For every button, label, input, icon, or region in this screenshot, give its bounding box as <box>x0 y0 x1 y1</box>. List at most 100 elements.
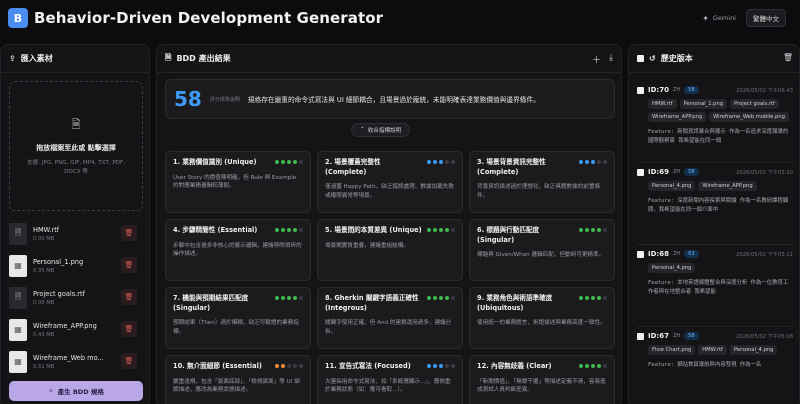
trash-icon[interactable]: 🗑 <box>121 225 137 241</box>
header-controls: ✦ Gemini 繁體中文 <box>702 9 786 27</box>
criteria-title: 7. 機能與預期結果匹配度 (Singular) <box>173 294 249 312</box>
file-tag: HMW.rtf <box>648 99 677 109</box>
criteria-card-header: 4. 步驟精簡性 (Essential) <box>173 226 303 236</box>
rating-dot <box>451 228 455 232</box>
file-tag: Personal_4.png <box>729 345 778 355</box>
file-icon: 🗎 <box>9 286 27 309</box>
generate-bdd-button[interactable]: ✧ 產生 BDD 規格 <box>9 381 143 401</box>
history-id: ID:68 <box>648 250 669 258</box>
file-list-item[interactable]: 🗎 Project goals.rtf 0.00 MB 🗑 <box>9 284 143 311</box>
history-date: 2026/05/02 下午06:43 <box>736 87 793 94</box>
rating-dots <box>427 296 455 300</box>
history-checkbox[interactable] <box>637 168 644 176</box>
rating-dots <box>579 228 607 232</box>
rating-dot <box>585 160 589 164</box>
plus-icon[interactable]: ＋ <box>592 53 601 66</box>
history-panel-header: ↺ 歷史版本 <box>629 45 799 73</box>
trash-icon[interactable]: 🗑 <box>783 53 793 62</box>
criteria-card: 7. 機能與預期結果匹配度 (Singular) 預期結果（Then）過於模糊，缺… <box>165 287 311 349</box>
rating-dots <box>427 160 455 164</box>
rating-dots <box>275 364 303 368</box>
history-list: ID:70 ZH 58 2026/05/02 下午06:43 HMW.rtf Person… <box>637 81 793 404</box>
criteria-title: 5. 場景間的本質差異 (Unique) <box>325 226 422 234</box>
trash-icon[interactable]: 🗑 <box>121 257 137 273</box>
chevron-up-icon: ⌃ <box>360 127 365 133</box>
history-checkbox[interactable] <box>637 86 644 94</box>
history-item[interactable]: ID:67 ZH 58 2026/05/02 下午05:08 Flow Chart.pn… <box>637 327 793 404</box>
rating-dot <box>433 296 437 300</box>
criteria-description: 僅涵蓋 Happy Path，缺乏錯誤處理、數據加載失敗或權限異常等場景。 <box>325 184 454 200</box>
criteria-card-header: 3. 場景背景資訊完整性 (Complete) <box>477 158 607 177</box>
rating-dot <box>445 364 449 368</box>
file-icon: 🗎 <box>71 117 81 131</box>
criteria-card-header: 6. 標題與行動匹配度 (Singular) <box>477 226 607 245</box>
rating-dot <box>597 160 601 164</box>
language-label: 繁體中文 <box>753 15 779 23</box>
history-item[interactable]: ID:70 ZH 58 2026/05/02 下午06:43 HMW.rtf Person… <box>637 81 793 163</box>
rating-dot <box>451 296 455 300</box>
score-value: 58 <box>174 87 202 111</box>
import-title: 匯入素材 <box>20 54 53 63</box>
file-tag: Personal_4.png <box>648 263 696 273</box>
file-dropzone[interactable]: 🗎 拖放檔案至此或 點擊選擇 支援: JPG, PNG, GIF, MP4, T… <box>9 81 143 211</box>
history-checkbox[interactable] <box>637 332 644 340</box>
rating-dot <box>579 228 583 232</box>
history-item[interactable]: ID:68 ZH 63 2026/05/02 下午05:11 Personal_4.pn… <box>637 245 793 327</box>
file-list-item[interactable]: ▦ Personal_1.png 0.35 MB 🗑 <box>9 252 143 279</box>
import-panel: ⇪ 匯入素材 🗎 拖放檔案至此或 點擊選擇 支援: JPG, PNG, GIF,… <box>0 44 150 404</box>
file-list-item[interactable]: 🗎 HMW.rtf 0.00 MB 🗑 <box>9 220 143 247</box>
criteria-card: 12. 內容無歧義 (Clear) 「新聞價值」、「無關干擾」等描述定義不清，容易… <box>469 355 615 404</box>
trash-icon[interactable]: 🗑 <box>121 289 137 305</box>
app-header: B Behavior-Driven Development Generator … <box>0 0 800 36</box>
rating-dot <box>427 364 431 368</box>
history-item-header: ID:69 ZH 58 2026/05/02 下午05:20 <box>637 168 793 176</box>
rating-dot <box>427 228 431 232</box>
download-icon[interactable]: ⤓ <box>609 53 613 66</box>
criteria-grid: 1. 業務價值識別 (Unique) User Story 的價值陳明確，但 Ru… <box>165 151 615 404</box>
history-item[interactable]: ID:69 ZH 58 2026/05/02 下午05:20 Personal_4.pn… <box>637 163 793 245</box>
history-lang: ZH <box>672 169 681 175</box>
select-all-checkbox[interactable] <box>637 55 644 62</box>
file-list-item[interactable]: ▦ Wireframe_APP.png 0.43 MB 🗑 <box>9 316 143 343</box>
criteria-description: 嚴重違規，包含「頁面底部」、「檢視頁面」等 UI 細節描述，應改為業務狀態描述。 <box>173 378 300 394</box>
criteria-title: 10. 無介面細節 (Essential) <box>173 362 262 370</box>
file-tag: HMW.rtf <box>698 345 727 355</box>
rating-dot <box>299 160 303 164</box>
rating-dot <box>579 364 583 368</box>
criteria-card: 11. 宣告式寫法 (Focused) 大量採用命令式寫法，如「系統應顯示...」… <box>317 355 463 404</box>
dropzone-types: 支援: JPG, PNG, GIF, MP4, TXT, PDF, DOCX 等 <box>26 159 126 175</box>
criteria-card: 6. 標題與行動匹配度 (Singular) 標題與 Given/When 邏輯匹… <box>469 219 615 281</box>
rating-dot <box>281 296 285 300</box>
history-date: 2026/05/02 下午05:11 <box>736 251 793 258</box>
criteria-description: 標題與 Given/When 邏輯匹配，但動詞可更精準。 <box>477 252 605 259</box>
criteria-title: 8. Gherkin 關鍵字語義正確性 (Integrous) <box>325 294 419 312</box>
language-select[interactable]: 繁體中文 <box>746 9 786 27</box>
rating-dots <box>579 296 607 300</box>
trash-icon[interactable]: 🗑 <box>121 321 137 337</box>
history-lang: ZH <box>672 333 681 339</box>
criteria-description: 步驟中包含過多非核心的展示邏輯，建議移除瑣碎的操作描述。 <box>173 242 302 258</box>
criteria-card-header: 1. 業務價值識別 (Unique) <box>173 158 303 168</box>
file-list-item[interactable]: ▦ Wireframe_Web mo... 0.51 MB 🗑 <box>9 348 143 375</box>
history-checkbox[interactable] <box>637 250 644 258</box>
criteria-card-header: 2. 場景覆蓋完整性 (Complete) <box>325 158 455 177</box>
criteria-card-header: 11. 宣告式寫法 (Focused) <box>325 362 455 372</box>
rating-dot <box>427 296 431 300</box>
score-criteria-link[interactable]: 評分標準說明 <box>210 96 240 103</box>
criteria-card-header: 10. 無介面細節 (Essential) <box>173 362 303 372</box>
file-tag: Project goals.rtf <box>730 99 779 109</box>
rating-dot <box>603 296 607 300</box>
history-title: 歷史版本 <box>660 54 693 63</box>
history-tags: Flow Chart.png HMW.rtf Personal_4.png <box>637 345 793 355</box>
score-summary-box: 58 評分標準說明 規格存在嚴重的命令式寫法與 UI 細節耦合，且場景過於龐統，… <box>165 79 615 119</box>
trash-icon[interactable]: 🗑 <box>121 353 137 369</box>
rating-dot <box>585 364 589 368</box>
generate-label: 產生 BDD 規格 <box>57 388 104 396</box>
rating-dots <box>275 228 303 232</box>
rating-dot <box>299 296 303 300</box>
collapse-label: 收合指標說明 <box>367 128 402 134</box>
file-info: Wireframe_APP.png 0.43 MB <box>33 322 97 338</box>
rating-dots <box>579 364 607 368</box>
criteria-description: 背景資訊描述過於理想化，缺乏具體數據的前置條件。 <box>477 184 601 200</box>
collapse-criteria-button[interactable]: ⌃ 收合指標說明 <box>351 123 411 137</box>
